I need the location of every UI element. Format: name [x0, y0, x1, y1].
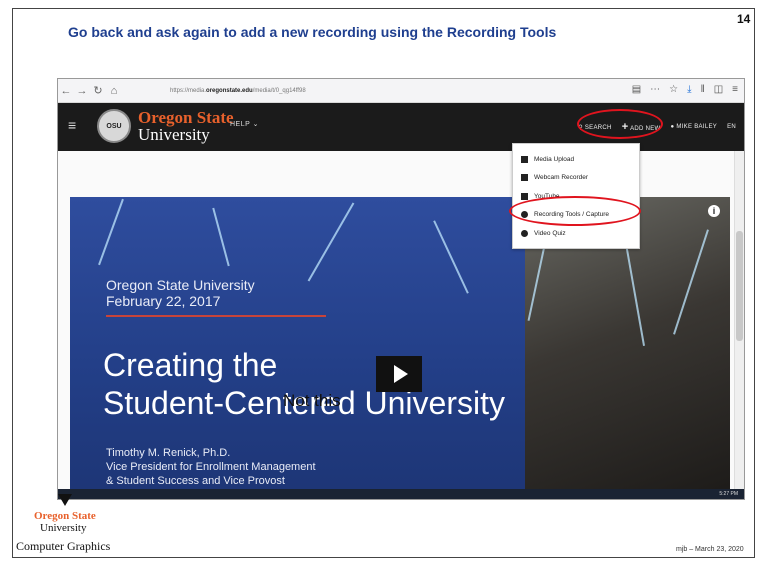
slide-number: 14 — [737, 12, 751, 26]
language-selector[interactable]: EN — [727, 124, 736, 130]
browser-toolbar: ← → ↻ ⌂ https://media.oregonstate.edu/me… — [58, 79, 744, 103]
brand-line-2[interactable]: University — [138, 125, 210, 145]
taskbar-clock: 5:27 PM — [719, 491, 738, 497]
video-title-1: Creating the — [103, 347, 278, 383]
scrollbar-thumb[interactable] — [736, 231, 743, 341]
footer-date: mjb – March 23, 2020 — [676, 546, 744, 553]
menu-item-label: Media Upload — [534, 155, 575, 163]
scrollbar[interactable] — [734, 151, 744, 499]
os-taskbar: 5:27 PM — [58, 489, 744, 499]
menu-item-label: Webcam Recorder — [534, 173, 589, 181]
menu-item-webcam-recorder[interactable]: Webcam Recorder — [521, 170, 588, 184]
video-subtitle-2: February 22, 2017 — [106, 293, 221, 309]
video-subtitle-1: Oregon State University — [106, 277, 255, 293]
url-domain: oregonstate.edu — [206, 87, 253, 94]
bookmark-star-icon[interactable]: ☆ — [669, 84, 678, 95]
user-menu[interactable]: ● MIKE BAILEY — [671, 124, 718, 130]
menu-item-video-quiz[interactable]: Video Quiz — [521, 226, 566, 240]
forward-icon[interactable]: → — [74, 85, 90, 97]
browser-actions: ▤ ⋯ ☆ ⤓ ‖ ◫ ≡ — [632, 84, 738, 95]
help-menu[interactable]: HELP ⌄ — [230, 120, 259, 128]
sidebar-icon[interactable]: ◫ — [714, 84, 723, 95]
menu-dots-icon[interactable]: ⋯ — [650, 84, 660, 95]
footer-org-line-2: University — [40, 522, 87, 534]
youtube-icon — [521, 192, 528, 200]
hamburger-icon[interactable]: ≡ — [68, 117, 76, 133]
chevron-down-icon: ⌄ — [252, 121, 259, 128]
highlight-ring-recording-tools — [509, 196, 641, 226]
play-button[interactable] — [376, 356, 422, 392]
menu-item-media-upload[interactable]: Media Upload — [521, 152, 574, 166]
download-icon[interactable]: ⤓ — [687, 84, 691, 95]
menu-item-label: Video Quiz — [534, 229, 566, 237]
confetti — [212, 207, 230, 267]
quiz-icon — [521, 229, 528, 237]
presenter-line-2: Vice President for Enrollment Management — [106, 461, 316, 473]
url-bar[interactable]: https://media.oregonstate.edu/media/t/0_… — [170, 88, 306, 94]
video-divider — [106, 315, 326, 317]
user-label: MIKE BAILEY — [676, 124, 718, 130]
upload-icon — [521, 155, 528, 163]
footer-org-line-1: Oregon State — [34, 510, 96, 522]
reload-icon[interactable]: ↻ — [90, 84, 106, 97]
not-this-note: Not this — [283, 391, 341, 410]
url-path: /media/t/0_qg14ff98 — [252, 87, 306, 94]
play-icon — [394, 365, 408, 383]
menu-icon[interactable]: ≡ — [732, 84, 738, 95]
user-icon: ● — [670, 124, 675, 130]
footer-dept: Computer Graphics — [16, 539, 111, 553]
embedded-screenshot: ← → ↻ ⌂ https://media.oregonstate.edu/me… — [57, 78, 745, 500]
slide-title: Go back and ask again to add a new recor… — [68, 24, 557, 40]
home-icon[interactable]: ⌂ — [106, 85, 122, 97]
osu-seal-logo[interactable]: OSU — [97, 109, 131, 143]
confetti — [433, 220, 469, 294]
webcam-icon — [521, 173, 528, 181]
info-icon[interactable]: i — [708, 205, 720, 217]
help-label: HELP — [230, 121, 251, 128]
highlight-ring-add-new — [577, 109, 663, 139]
presenter-line-3: & Student Success and Vice Provost — [106, 475, 285, 487]
back-icon[interactable]: ← — [58, 85, 74, 97]
url-prefix: https://media. — [170, 87, 207, 94]
presenter-line-1: Timothy M. Renick, Ph.D. — [106, 447, 231, 459]
confetti — [98, 198, 124, 266]
library-icon[interactable]: ‖ — [701, 84, 705, 95]
confetti — [307, 202, 355, 282]
reader-icon[interactable]: ▤ — [632, 84, 641, 95]
